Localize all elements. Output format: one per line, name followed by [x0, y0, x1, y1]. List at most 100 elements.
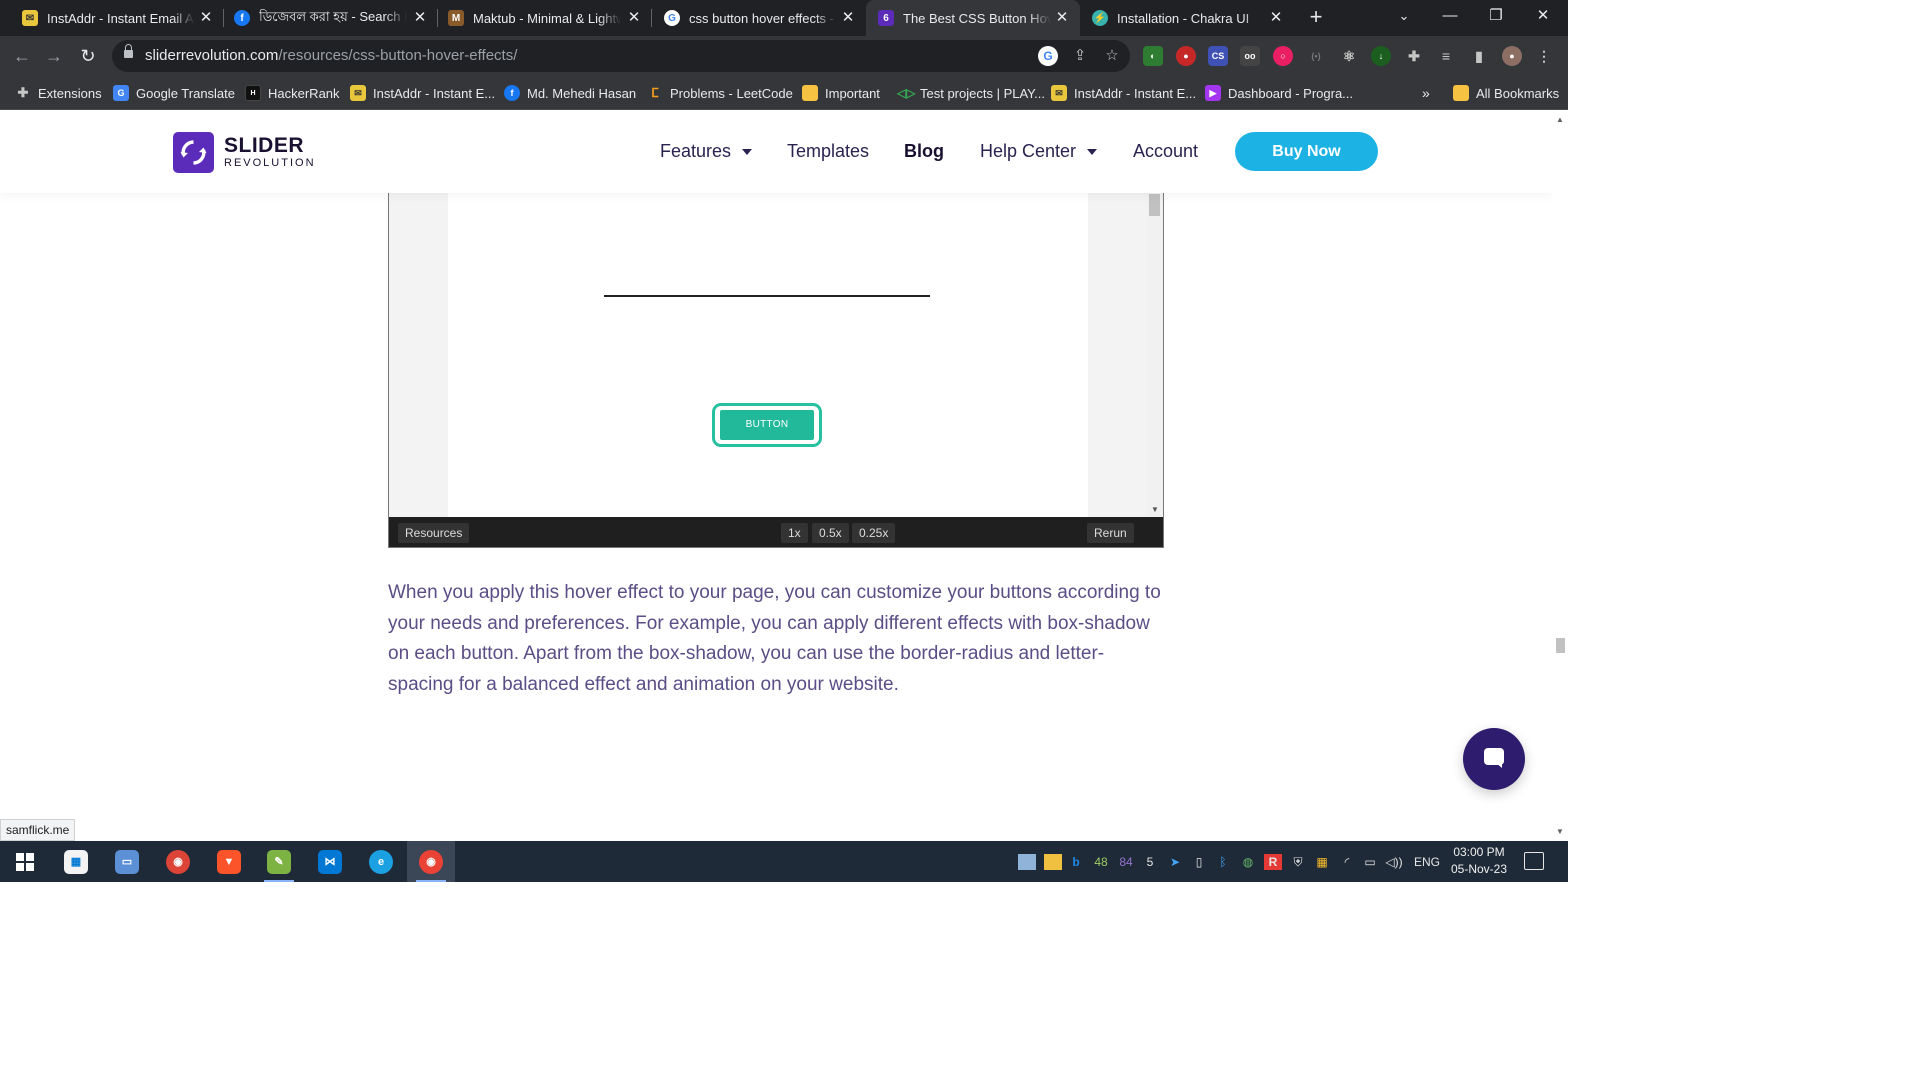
bookmark-important[interactable]: Important: [802, 83, 880, 103]
bookmark-star-icon[interactable]: ☆: [1102, 46, 1122, 66]
tray-app-icon[interactable]: [1018, 854, 1036, 870]
new-tab-icon[interactable]: +: [1305, 6, 1327, 28]
tab-maktub[interactable]: M Maktub - Minimal & Lightw ✕: [438, 0, 652, 36]
tray-color-icon[interactable]: ▦: [1313, 852, 1331, 872]
bluetooth-icon[interactable]: ᛒ: [1215, 852, 1231, 872]
bookmark-extensions[interactable]: ✚ Extensions: [15, 83, 102, 103]
nav-templates[interactable]: Templates: [787, 141, 869, 162]
bookmark-instaddr-2[interactable]: ✉ InstAddr - Instant E...: [1051, 83, 1196, 103]
extensions-puzzle-icon[interactable]: ✚: [1404, 46, 1424, 66]
scroll-down-arrow-icon[interactable]: ▼: [1150, 505, 1160, 515]
extension-adblock-icon[interactable]: ●: [1176, 46, 1196, 66]
media-control-icon[interactable]: ≡: [1436, 46, 1456, 66]
window-close-icon[interactable]: ✕: [1520, 0, 1566, 32]
tray-counter-green[interactable]: 48: [1090, 852, 1112, 872]
bookmarks-overflow-icon[interactable]: »: [1422, 83, 1430, 103]
clock[interactable]: 03:00 PM 05-Nov-23: [1448, 844, 1510, 878]
demo-scrollbar[interactable]: ▼: [1147, 182, 1163, 517]
bookmark-google-translate[interactable]: G Google Translate: [113, 83, 235, 103]
volume-icon[interactable]: ◁)): [1384, 852, 1404, 872]
tray-sticky-icon[interactable]: [1044, 854, 1062, 870]
zoom-025x-button[interactable]: 0.25x: [852, 523, 896, 543]
close-icon[interactable]: ✕: [626, 9, 642, 27]
bookmark-leetcode[interactable]: ⵎ Problems - LeetCode: [647, 83, 793, 103]
nav-help-center[interactable]: Help Center: [980, 141, 1098, 162]
close-icon[interactable]: ✕: [840, 9, 856, 27]
notification-center-icon[interactable]: [1524, 852, 1544, 870]
bookmark-mehedi[interactable]: f Md. Mehedi Hasan: [504, 83, 636, 103]
bookmark-dashboard[interactable]: ▶ Dashboard - Progra...: [1205, 83, 1353, 103]
tray-counter-purple[interactable]: 84: [1115, 852, 1137, 872]
slider-revolution-logo-icon[interactable]: [173, 132, 214, 173]
page-scrollbar[interactable]: ▲ ▼: [1552, 111, 1568, 841]
extension-css-icon[interactable]: CS: [1208, 46, 1228, 66]
close-icon[interactable]: ✕: [412, 9, 428, 27]
chat-widget-button[interactable]: [1463, 728, 1525, 790]
tab-facebook-search[interactable]: f ডিজেবল করা হয় - Search F ✕: [224, 0, 438, 36]
bookmark-test-projects[interactable]: ◁▷ Test projects | PLAY...: [897, 83, 1045, 103]
start-button[interactable]: [1, 841, 49, 882]
google-lens-icon[interactable]: G: [1038, 46, 1058, 66]
nav-features[interactable]: Features: [660, 141, 753, 162]
close-icon[interactable]: ✕: [1268, 9, 1284, 27]
back-icon[interactable]: ←: [10, 44, 34, 68]
tray-r-icon[interactable]: R: [1264, 854, 1282, 870]
extension-download-icon[interactable]: ↓: [1371, 46, 1391, 66]
taskbar-vscode[interactable]: ⋈: [306, 841, 354, 882]
browser-menu-icon[interactable]: ⋮: [1534, 46, 1554, 66]
url-text[interactable]: sliderrevolution.com/resources/css-butto…: [145, 47, 517, 64]
bookmark-instaddr[interactable]: ✉ InstAddr - Instant E...: [350, 83, 495, 103]
extension-color-icon[interactable]: ◐: [1143, 46, 1163, 66]
lock-icon[interactable]: [124, 44, 133, 58]
tab-instaddr[interactable]: ✉ InstAddr - Instant Email Ad ✕: [8, 0, 224, 36]
whatsapp-icon[interactable]: ◍: [1239, 852, 1257, 872]
battery-icon[interactable]: ▭: [1361, 852, 1379, 872]
zoom-1x-button[interactable]: 1x: [781, 523, 808, 543]
taskbar-store[interactable]: ▦: [52, 841, 100, 882]
page-scrollbar-thumb[interactable]: [1556, 638, 1565, 653]
side-panel-icon[interactable]: ▮: [1469, 46, 1489, 66]
close-icon[interactable]: ✕: [198, 9, 214, 27]
demo-scrollbar-thumb[interactable]: [1149, 194, 1160, 216]
taskbar-explorer[interactable]: ▭: [103, 841, 151, 882]
extension-wave-icon[interactable]: (•): [1306, 46, 1326, 66]
close-icon[interactable]: ✕: [1054, 9, 1070, 27]
resources-button[interactable]: Resources: [398, 523, 470, 543]
rerun-button[interactable]: Rerun: [1087, 523, 1134, 543]
all-bookmarks-folder[interactable]: All Bookmarks: [1453, 83, 1559, 103]
defender-icon[interactable]: ⛨: [1289, 852, 1307, 872]
logo-wordmark[interactable]: SLIDER REVOLUTION: [224, 135, 316, 170]
react-devtools-icon[interactable]: ⚛: [1339, 46, 1359, 66]
zoom-05x-button[interactable]: 0.5x: [812, 523, 849, 543]
bookmark-hackerrank[interactable]: H HackerRank: [245, 83, 340, 103]
tab-chakra[interactable]: ⚡ Installation - Chakra UI ✕: [1080, 0, 1294, 36]
forward-icon[interactable]: →: [42, 44, 66, 68]
nav-account[interactable]: Account: [1133, 141, 1198, 162]
scroll-up-arrow-icon[interactable]: ▲: [1555, 115, 1565, 125]
share-icon[interactable]: ⇪: [1070, 46, 1090, 66]
taskbar-brave[interactable]: ▼: [205, 841, 253, 882]
extension-reader-icon[interactable]: oo: [1240, 46, 1260, 66]
taskbar-edge[interactable]: e: [357, 841, 405, 882]
bing-icon[interactable]: b: [1069, 852, 1083, 872]
taskbar-chrome-beta[interactable]: ◉: [154, 841, 202, 882]
tab-google-search[interactable]: G css button hover effects - G ✕: [652, 0, 866, 36]
scroll-down-arrow-icon[interactable]: ▼: [1555, 827, 1565, 837]
usb-icon[interactable]: ▯: [1191, 852, 1207, 872]
profile-avatar[interactable]: ●: [1502, 46, 1522, 66]
tab-search-icon[interactable]: ⌄: [1381, 0, 1427, 32]
buy-now-button[interactable]: Buy Now: [1235, 132, 1378, 171]
language-indicator[interactable]: ENG: [1410, 852, 1444, 872]
demo-hover-button[interactable]: BUTTON: [712, 403, 822, 447]
extension-colorpicker-icon[interactable]: ○: [1273, 46, 1293, 66]
telegram-icon[interactable]: ➤: [1166, 852, 1184, 872]
tab-slider-revolution[interactable]: 6 The Best CSS Button Hover ✕: [866, 0, 1080, 36]
restore-icon[interactable]: ❐: [1473, 0, 1519, 32]
taskbar-notepad[interactable]: ✎: [255, 841, 303, 882]
reload-icon[interactable]: ↻: [76, 44, 100, 68]
tray-counter[interactable]: 5: [1142, 852, 1158, 872]
taskbar-chrome[interactable]: ◉: [407, 841, 455, 882]
minimize-icon[interactable]: —: [1427, 0, 1473, 32]
wifi-icon[interactable]: ◜: [1338, 852, 1356, 872]
nav-blog[interactable]: Blog: [904, 141, 944, 162]
